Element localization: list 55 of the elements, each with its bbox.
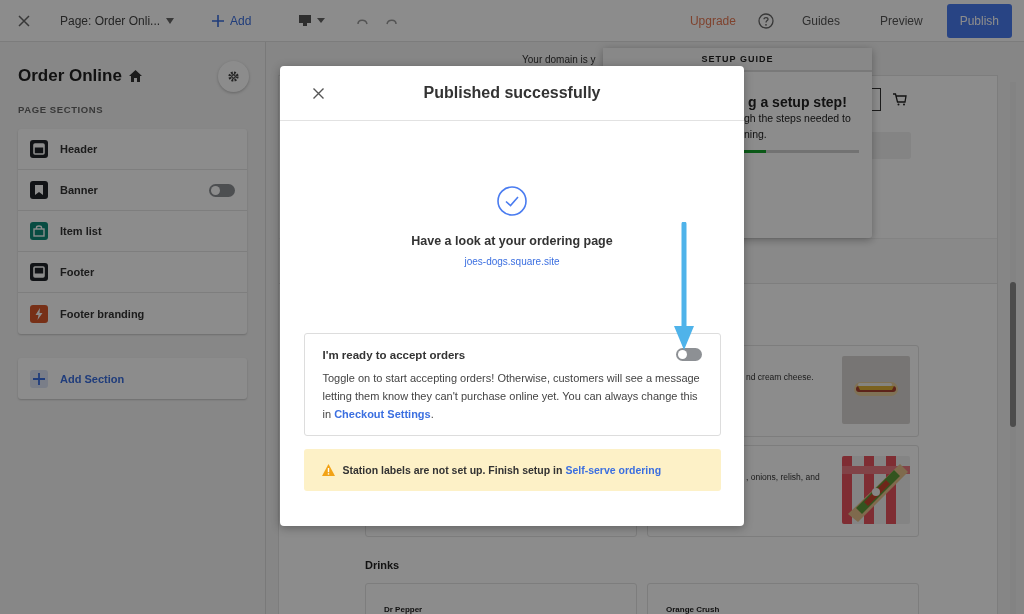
caret-icon <box>166 17 175 24</box>
item-name: Dr Pepper <box>384 605 423 614</box>
item-name: Orange Crush <box>666 605 720 614</box>
panel-text: gh the steps needed to <box>744 111 852 126</box>
section-heading: PAGE SECTIONS <box>18 104 105 115</box>
publish-button[interactable]: Publish <box>946 3 1012 38</box>
domain-notice: Your domain is y <box>522 54 596 65</box>
help-icon[interactable] <box>757 12 774 29</box>
section-item[interactable]: Item list <box>18 211 247 252</box>
preview-button[interactable]: Preview <box>871 9 931 32</box>
bolt-icon <box>30 304 48 323</box>
section-item[interactable]: Footer branding <box>18 293 247 334</box>
setting-description: Toggle on to start accepting orders! Otherwise, customers will see a message letting them know they can't purchase online yet. You can always change this in Checkout Settings. <box>322 371 701 422</box>
toggle-switch[interactable] <box>675 348 702 361</box>
section-label: Banner <box>60 184 98 196</box>
toggle-switch[interactable] <box>209 183 235 197</box>
section-item[interactable]: Header <box>18 129 247 170</box>
self-serve-link[interactable]: Self-serve ordering <box>565 464 662 476</box>
close-icon[interactable] <box>313 88 324 99</box>
setting-title: I'm ready to accept orders <box>322 348 466 361</box>
home-icon <box>128 70 142 82</box>
add-section-button[interactable]: Add Section <box>18 358 247 399</box>
panel-text: ning. <box>744 127 768 142</box>
item-description: nd cream cheese. <box>746 372 815 382</box>
cart-icon <box>893 92 907 106</box>
monitor-icon[interactable] <box>299 14 326 27</box>
plus-icon <box>30 369 48 388</box>
section-label: Footer branding <box>60 307 145 320</box>
section-item[interactable]: Banner <box>18 170 247 211</box>
success-heading: Have a look at your ordering page <box>411 234 613 248</box>
page-dropdown[interactable]: Page: Order Onli... <box>52 9 183 32</box>
section-label: Footer <box>60 266 95 278</box>
add-button[interactable]: Add <box>204 9 260 32</box>
item-description: , onions, relish, and <box>746 472 821 482</box>
warning-icon <box>321 464 335 476</box>
close-icon[interactable] <box>18 14 30 27</box>
gear-icon <box>227 69 240 83</box>
guides-button[interactable]: Guides <box>793 9 848 32</box>
page-title: Order Online <box>18 66 122 86</box>
dialog-title: Published successfully <box>423 84 601 102</box>
category-title: Drinks <box>365 559 401 571</box>
bookmark-icon <box>30 181 48 199</box>
checkout-settings-link[interactable]: Checkout Settings <box>334 408 431 420</box>
layout-icon <box>30 140 48 158</box>
panel-heading: g a setup step! <box>748 94 848 110</box>
site-link[interactable]: joes-dogs.square.site <box>464 256 560 267</box>
check-circle-icon <box>497 186 527 216</box>
bag-icon <box>30 222 48 240</box>
layout-icon <box>30 263 48 281</box>
warning-text: Station labels are not set up. Finish setup in Self-serve ordering <box>342 464 662 476</box>
section-item[interactable]: Footer <box>18 252 247 293</box>
section-label: Item list <box>60 225 102 237</box>
settings-button[interactable] <box>218 60 249 92</box>
plus-icon <box>212 14 225 27</box>
section-label: Header <box>60 143 98 155</box>
